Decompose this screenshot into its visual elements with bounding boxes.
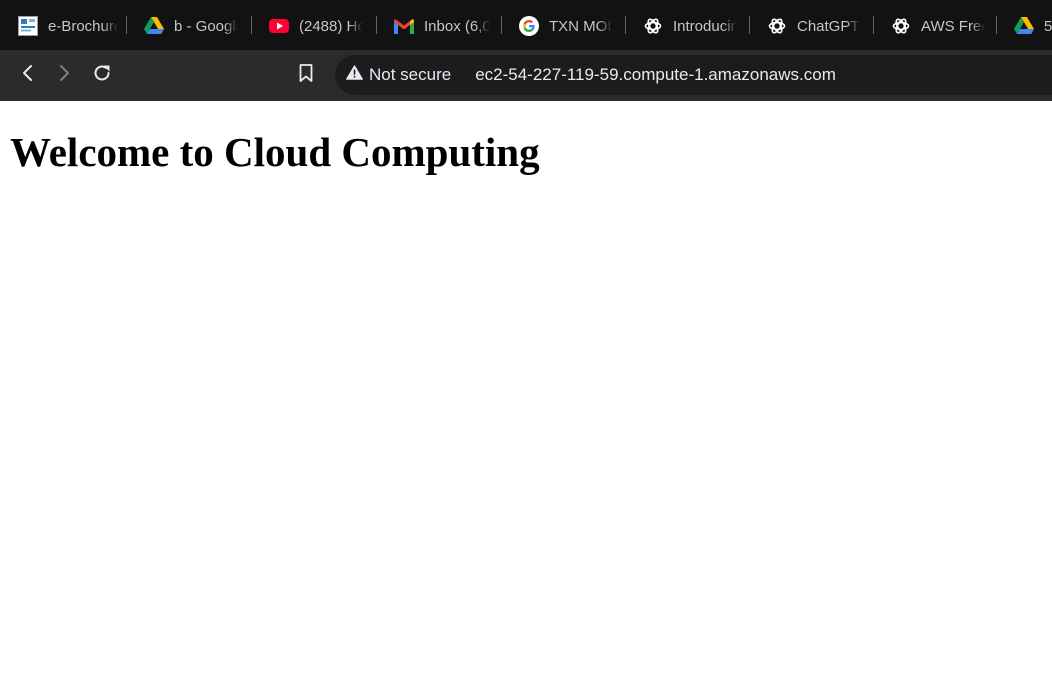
tab-google-drive[interactable]: b - Google <box>144 12 238 40</box>
tab-google-drive-2[interactable]: 5 <box>1014 12 1052 40</box>
page-content: Welcome to Cloud Computing <box>0 101 1052 686</box>
back-button[interactable] <box>15 62 41 88</box>
tab-title: Inbox (6,0 <box>424 17 490 35</box>
tab-separator <box>625 16 626 34</box>
tab-title: e-Brochure <box>48 17 118 35</box>
openai-icon <box>767 16 787 36</box>
reload-icon <box>92 63 112 88</box>
gmail-icon <box>394 16 414 36</box>
tab-introducing[interactable]: Introducin <box>643 12 737 40</box>
tab-separator <box>126 16 127 34</box>
forward-arrow-icon <box>57 64 71 87</box>
tab-title: ChatGPT <box>797 17 860 35</box>
openai-icon <box>643 16 663 36</box>
tab-separator <box>501 16 502 34</box>
tab-title: (2488) Ho <box>299 17 363 35</box>
google-icon <box>519 16 539 36</box>
tab-gmail-inbox[interactable]: Inbox (6,0 <box>394 12 490 40</box>
browser-toolbar: Not secure ec2-54-227-119-59.compute-1.a… <box>0 50 1052 101</box>
tab-youtube[interactable]: (2488) Ho <box>269 12 363 40</box>
bookmark-button[interactable] <box>293 62 319 88</box>
address-bar[interactable]: Not secure ec2-54-227-119-59.compute-1.a… <box>335 55 1052 95</box>
tab-chatgpt[interactable]: ChatGPT <box>767 12 862 40</box>
tab-separator <box>873 16 874 34</box>
back-arrow-icon <box>21 64 35 87</box>
bookmark-icon <box>298 63 314 88</box>
tab-separator <box>251 16 252 34</box>
tab-e-brochure[interactable]: e-Brochure <box>18 12 118 40</box>
tab-title: TXN MOD <box>549 17 612 35</box>
page-heading: Welcome to Cloud Computing <box>10 129 540 175</box>
google-drive-icon <box>1014 16 1034 36</box>
tab-title: 5 <box>1044 17 1052 35</box>
tab-separator <box>996 16 997 34</box>
security-indicator[interactable]: Not secure <box>346 60 451 90</box>
brochure-icon <box>18 16 38 36</box>
warning-icon <box>346 65 363 85</box>
tab-separator <box>749 16 750 34</box>
tab-txn-mod[interactable]: TXN MOD <box>519 12 612 40</box>
google-drive-icon <box>144 16 164 36</box>
youtube-icon <box>269 16 289 36</box>
security-label: Not secure <box>369 65 452 84</box>
reload-button[interactable] <box>89 62 115 88</box>
url-text[interactable]: ec2-54-227-119-59.compute-1.amazonaws.co… <box>475 65 836 85</box>
tab-title: Introducin <box>673 17 737 35</box>
tab-title: b - Google <box>174 17 238 35</box>
forward-button[interactable] <box>51 62 77 88</box>
tab-title: AWS Free <box>921 17 985 35</box>
tab-aws-free[interactable]: AWS Free <box>891 12 985 40</box>
tab-strip: e-Brochure b - Google (2488) Ho Inbox (6… <box>0 0 1052 50</box>
tab-separator <box>376 16 377 34</box>
openai-icon <box>891 16 911 36</box>
